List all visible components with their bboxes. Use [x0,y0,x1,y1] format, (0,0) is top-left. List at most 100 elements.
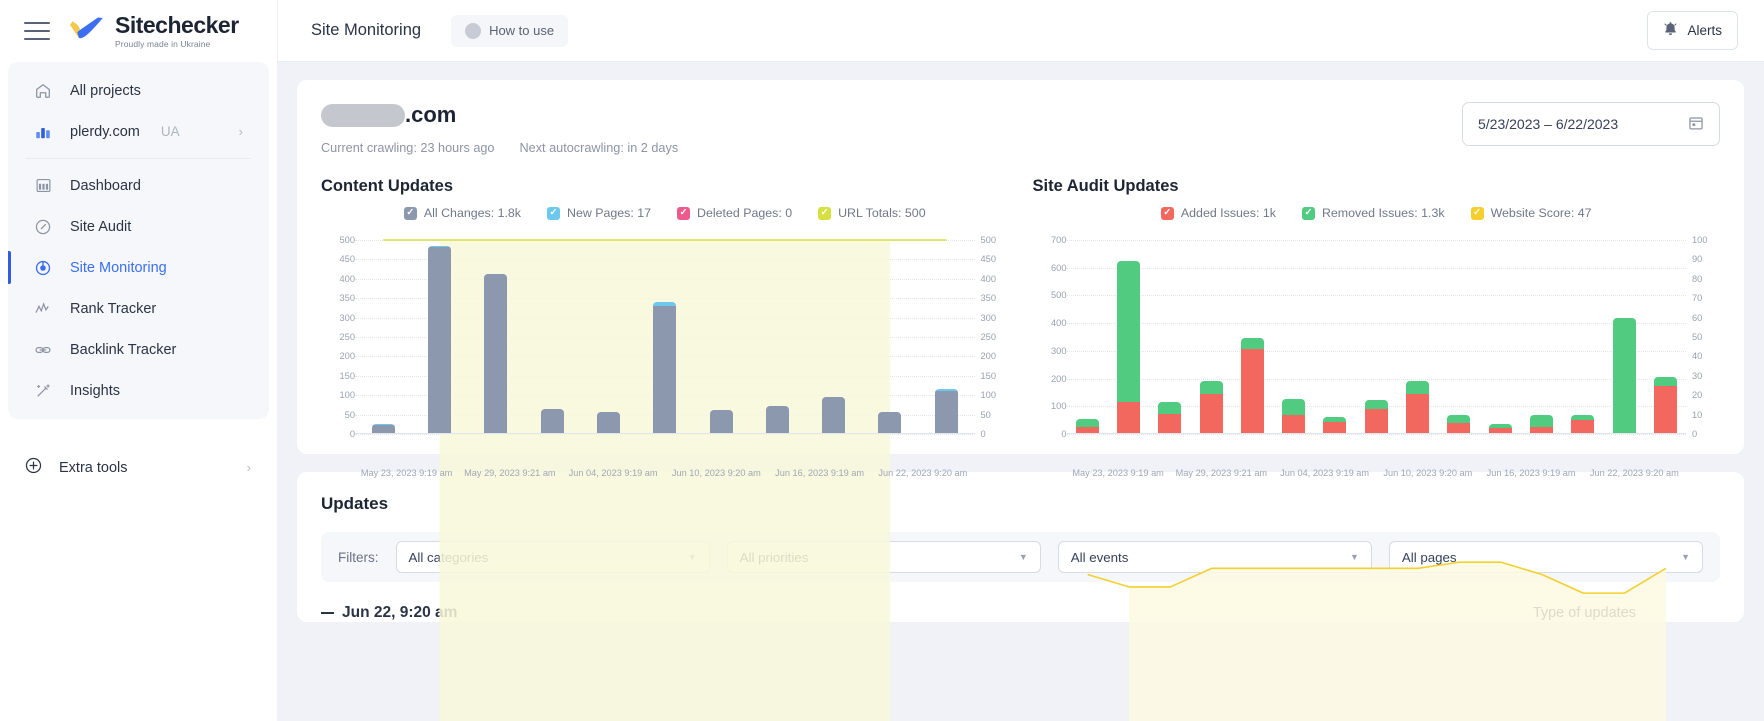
sidebar-item-insights[interactable]: Insights [8,370,269,411]
bar-segment [1447,415,1471,423]
bar[interactable] [1199,381,1223,434]
bar[interactable] [709,409,733,434]
legend-checkbox[interactable] [1301,206,1315,220]
bar-column[interactable] [1603,240,1644,434]
bar[interactable] [1612,318,1636,434]
bar[interactable] [934,388,958,434]
bar[interactable] [1406,380,1430,434]
bar-column[interactable] [580,240,636,434]
sidebar-item-rank-tracker[interactable]: Rank Tracker [8,288,269,329]
bar-column[interactable] [1108,240,1149,434]
bar[interactable] [1116,260,1140,434]
sidebar-item-dashboard[interactable]: Dashboard [8,165,269,206]
bar-group [355,240,975,434]
bar-segment [878,411,902,434]
legend-checkbox[interactable] [403,206,417,220]
bar[interactable] [1075,419,1099,434]
bar-column[interactable] [1397,240,1438,434]
bar[interactable] [596,411,620,434]
bar[interactable] [878,411,902,434]
bar-column[interactable] [1190,240,1231,434]
y-tick-right: 80 [1692,273,1703,284]
bar[interactable] [1653,377,1677,434]
x-tick-label: Jun 10, 2023 9:20 am [1383,468,1473,478]
bar-column[interactable] [806,240,862,434]
legend-item-2[interactable]: Website Score: 47 [1470,206,1592,220]
bar-column[interactable] [918,240,974,434]
bar-column[interactable] [1273,240,1314,434]
how-to-use-button[interactable]: How to use [451,14,569,47]
date-range-picker[interactable]: 5/23/2023 – 6/22/2023 [1462,102,1720,146]
bar[interactable] [765,406,789,434]
bar-column[interactable] [1232,240,1273,434]
legend-item-1[interactable]: Removed Issues: 1.3k [1301,206,1445,220]
bar-column[interactable] [411,240,467,434]
legend-item-1[interactable]: New Pages: 17 [547,206,651,220]
bar[interactable] [822,397,846,434]
bar[interactable] [1529,414,1553,434]
bar-column[interactable] [1521,240,1562,434]
calendar-icon[interactable] [1688,115,1704,134]
hamburger-icon[interactable] [24,22,50,40]
bar-column[interactable] [749,240,805,434]
legend-checkbox[interactable] [1470,206,1484,220]
bar[interactable] [1282,398,1306,434]
legend-label: All Changes: 1.8k [423,206,522,220]
legend-checkbox[interactable] [677,206,691,220]
bar[interactable] [653,302,677,434]
bar[interactable] [1158,401,1182,434]
bar-segment [1364,408,1388,434]
legend-checkbox[interactable] [818,206,832,220]
bar-segment [1406,393,1430,434]
bar-column[interactable] [1067,240,1108,434]
x-tick-label: Jun 22, 2023 9:20 am [878,468,968,478]
bar[interactable] [427,245,451,434]
alerts-button[interactable]: Alerts [1647,11,1738,50]
bar[interactable] [1571,415,1595,434]
legend-checkbox[interactable] [1160,206,1174,220]
legend-checkbox[interactable] [547,206,561,220]
legend-item-0[interactable]: All Changes: 1.8k [403,206,522,220]
bar-column[interactable] [693,240,749,434]
bar-column[interactable] [1645,240,1686,434]
legend-item-3[interactable]: URL Totals: 500 [818,206,926,220]
legend-item-2[interactable]: Deleted Pages: 0 [677,206,792,220]
bar-column[interactable] [1314,240,1355,434]
x-tick-label: Jun 04, 2023 9:19 am [1280,468,1370,478]
bar-column[interactable] [637,240,693,434]
sidebar-item-extra-tools[interactable]: Extra tools › [0,447,277,488]
bar[interactable] [484,274,508,434]
bar-segment [1116,260,1140,403]
bar-column[interactable] [524,240,580,434]
bar-column[interactable] [468,240,524,434]
bar-segment [1240,338,1264,349]
charts-row: Content Updates All Changes: 1.8k New Pag… [321,177,1720,721]
bar-column[interactable] [862,240,918,434]
gauge-icon [32,216,54,238]
bar[interactable] [1364,399,1388,434]
legend-item-0[interactable]: Added Issues: 1k [1160,206,1276,220]
bar[interactable] [1447,415,1471,434]
bar-column[interactable] [1149,240,1190,434]
plus-circle-icon [24,456,43,479]
bar[interactable] [1323,416,1347,434]
chevron-right-icon-extra[interactable]: › [247,460,251,475]
bar-column[interactable] [1562,240,1603,434]
bar-column[interactable] [355,240,411,434]
bar-column[interactable] [1356,240,1397,434]
bar[interactable] [1240,338,1264,434]
sidebar-item-all-projects[interactable]: All projects [8,70,269,111]
legend-label: Removed Issues: 1.3k [1321,206,1445,220]
sidebar-item-site-audit[interactable]: Site Audit [8,206,269,247]
y-tick-right: 500 [980,235,997,245]
bar-column[interactable] [1479,240,1520,434]
sidebar-item-site-monitoring[interactable]: Site Monitoring [8,247,269,288]
bar-column[interactable] [1438,240,1479,434]
sidebar-item-plerdy[interactable]: plerdy.com UA › [8,111,269,152]
bar[interactable] [540,408,564,434]
sitechecker-logo[interactable]: Sitechecker Proudly made in Ukraine [68,13,239,49]
sidebar-item-backlink-tracker[interactable]: Backlink Tracker [8,329,269,370]
chevron-right-icon[interactable]: › [239,124,243,139]
bar-segment [1571,420,1595,434]
body-region: All projects plerdy.com UA › Dashboard S… [0,62,1764,721]
